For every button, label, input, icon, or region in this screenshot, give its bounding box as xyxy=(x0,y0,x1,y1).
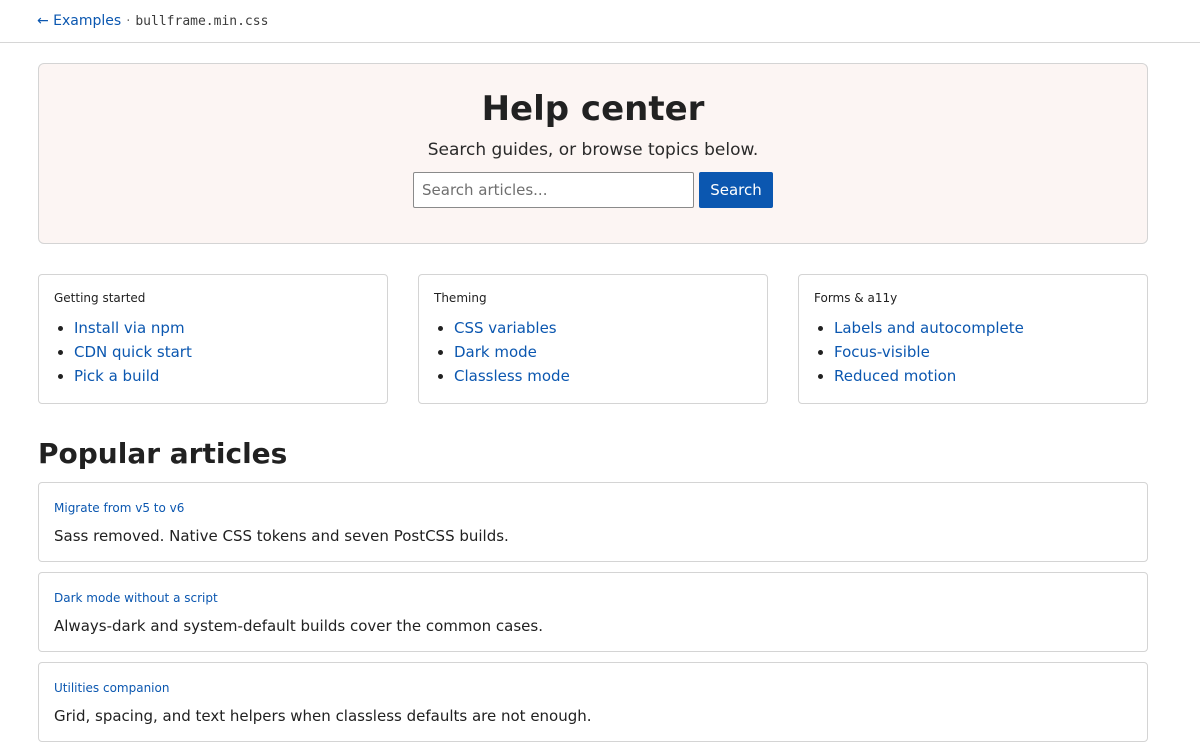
topic-link[interactable]: Pick a build xyxy=(74,367,159,385)
article-card: Dark mode without a script Always-dark a… xyxy=(38,572,1148,652)
list-item: Dark mode xyxy=(454,340,752,364)
topic-link[interactable]: CSS variables xyxy=(454,319,557,337)
back-to-examples-link[interactable]: ← Examples xyxy=(37,13,121,29)
list-item: Pick a build xyxy=(74,364,372,388)
topic-card-title: Forms & a11y xyxy=(814,291,898,305)
topic-link[interactable]: Classless mode xyxy=(454,367,570,385)
list-item: Focus-visible xyxy=(834,340,1132,364)
topic-card-title: Getting started xyxy=(54,291,146,305)
article-card: Migrate from v5 to v6 Sass removed. Nati… xyxy=(38,482,1148,562)
topic-link[interactable]: CDN quick start xyxy=(74,343,192,361)
topic-link-list: CSS variables Dark mode Classless mode xyxy=(434,316,752,388)
list-item: CSS variables xyxy=(454,316,752,340)
topic-link[interactable]: Reduced motion xyxy=(834,367,956,385)
hero-panel: Help center Search guides, or browse top… xyxy=(38,63,1148,244)
breadcrumb-separator: · xyxy=(126,13,131,29)
search-form: Search xyxy=(39,172,1147,208)
article-title-link[interactable]: Dark mode without a script xyxy=(54,590,218,606)
article-description: Sass removed. Native CSS tokens and seve… xyxy=(54,527,509,545)
list-item: Classless mode xyxy=(454,364,752,388)
search-input[interactable] xyxy=(413,172,694,208)
topic-link[interactable]: Labels and autocomplete xyxy=(834,319,1024,337)
article-title-link[interactable]: Migrate from v5 to v6 xyxy=(54,500,184,516)
topic-link[interactable]: Install via npm xyxy=(74,319,185,337)
popular-articles-heading: Popular articles xyxy=(38,437,288,470)
stylesheet-filename: bullframe.min.css xyxy=(135,13,269,29)
topic-link[interactable]: Dark mode xyxy=(454,343,537,361)
top-bar: ← Examples · bullframe.min.css xyxy=(0,0,1200,43)
topic-link-list: Install via npm CDN quick start Pick a b… xyxy=(54,316,372,388)
topic-card-forms-a11y: Forms & a11y Labels and autocomplete Foc… xyxy=(798,274,1148,404)
topic-card-getting-started: Getting started Install via npm CDN quic… xyxy=(38,274,388,404)
topic-cards: Getting started Install via npm CDN quic… xyxy=(38,274,1148,404)
list-item: CDN quick start xyxy=(74,340,372,364)
topic-link-list: Labels and autocomplete Focus-visible Re… xyxy=(814,316,1132,388)
hero-subtitle: Search guides, or browse topics below. xyxy=(427,140,759,160)
search-button[interactable]: Search xyxy=(699,172,773,208)
list-item: Install via npm xyxy=(74,316,372,340)
topic-link[interactable]: Focus-visible xyxy=(834,343,930,361)
article-description: Always-dark and system-default builds co… xyxy=(54,617,543,635)
article-card: Utilities companion Grid, spacing, and t… xyxy=(38,662,1148,742)
article-description: Grid, spacing, and text helpers when cla… xyxy=(54,707,592,725)
page-title: Help center xyxy=(481,89,705,129)
topic-card-theming: Theming CSS variables Dark mode Classles… xyxy=(418,274,768,404)
article-title-link[interactable]: Utilities companion xyxy=(54,680,169,696)
topic-card-title: Theming xyxy=(434,291,487,305)
list-item: Labels and autocomplete xyxy=(834,316,1132,340)
list-item: Reduced motion xyxy=(834,364,1132,388)
